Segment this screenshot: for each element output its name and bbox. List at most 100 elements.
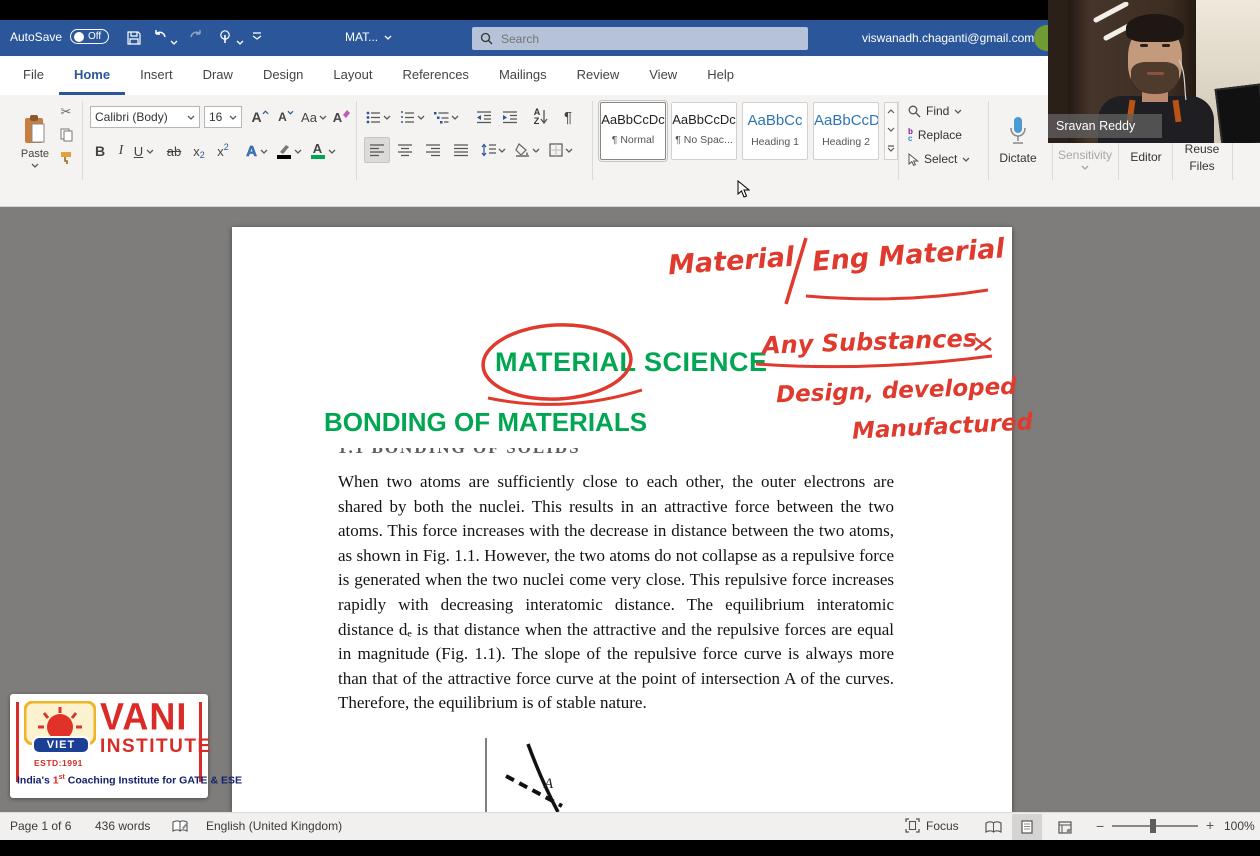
shading-button[interactable] — [512, 137, 542, 163]
document-page[interactable]: MATERIAL SCIENCE BONDING OF MATERIALS 1.… — [232, 227, 1012, 812]
multilevel-list-button[interactable] — [432, 106, 460, 128]
tab-references[interactable]: References — [387, 56, 483, 95]
cut-button[interactable]: ✂ — [56, 103, 76, 121]
document-title-menu[interactable]: MAT... — [345, 30, 392, 44]
redo-button[interactable] — [188, 29, 204, 45]
style-normal[interactable]: AaBbCcDc ¶ Normal — [600, 102, 666, 160]
undo-button[interactable] — [152, 29, 178, 45]
style-name: Heading 1 — [743, 136, 807, 148]
style-preview: AaBbCcDc — [672, 112, 736, 127]
tab-draw[interactable]: Draw — [188, 56, 248, 95]
style-heading2[interactable]: AaBbCcD Heading 2 — [813, 102, 879, 160]
underline-glyph: U — [134, 144, 143, 159]
tab-mailings[interactable]: Mailings — [484, 56, 562, 95]
tab-help[interactable]: Help — [692, 56, 749, 95]
read-mode-button[interactable] — [978, 814, 1008, 840]
font-color-button[interactable]: A — [308, 139, 338, 163]
text-effects-button[interactable]: A — [242, 139, 272, 163]
tab-file[interactable]: File — [8, 56, 59, 95]
person-beard — [1131, 62, 1179, 94]
styles-gallery-more-icon[interactable] — [887, 145, 895, 153]
subscript-mark: 2 — [200, 150, 205, 160]
change-case-button[interactable]: Aa — [300, 106, 328, 128]
subscript-button[interactable]: x2 — [188, 139, 210, 163]
style-no-spacing[interactable]: AaBbCcDc ¶ No Spac... — [671, 102, 737, 160]
styles-scroll-up-icon[interactable] — [887, 109, 895, 114]
line-spacing-button[interactable] — [478, 137, 508, 163]
numbering-button[interactable] — [398, 106, 426, 128]
zoom-level[interactable]: 100% — [1224, 819, 1255, 833]
justify-button[interactable] — [448, 137, 474, 163]
reuse-files-line2: Files — [1189, 158, 1214, 175]
copy-button[interactable] — [56, 126, 76, 144]
touch-mode-button[interactable] — [218, 29, 244, 45]
format-painter-button[interactable] — [56, 149, 76, 167]
show-marks-button[interactable]: ¶ — [556, 104, 580, 130]
style-preview: AaBbCcDc — [601, 112, 665, 127]
tab-layout[interactable]: Layout — [318, 56, 387, 95]
tab-home[interactable]: Home — [59, 56, 125, 95]
find-button[interactable]: Find — [908, 104, 962, 118]
sort-button[interactable]: AZ — [528, 104, 554, 130]
autosave-toggle[interactable]: Off — [70, 29, 109, 44]
title-chevron-icon — [384, 35, 392, 40]
grow-font-button[interactable]: A — [248, 106, 272, 128]
font-size-value: 16 — [209, 110, 222, 124]
editor-button[interactable]: Editor — [1122, 145, 1170, 169]
decrease-indent-button[interactable] — [472, 106, 496, 128]
redo-icon — [188, 29, 204, 45]
save-button[interactable] — [126, 30, 142, 46]
proofing-icon[interactable] — [172, 819, 188, 835]
viet-badge: VIET — [32, 736, 90, 754]
dictate-button[interactable]: Dictate — [992, 101, 1044, 179]
borders-grid-icon — [549, 143, 563, 157]
borders-button[interactable] — [546, 137, 576, 163]
strikethrough-button[interactable]: ab — [162, 139, 186, 163]
bullet-list-icon — [366, 111, 381, 124]
clear-formatting-button[interactable]: A — [330, 106, 354, 128]
style-heading1[interactable]: AaBbCc Heading 1 — [742, 102, 808, 160]
highlighter-icon — [277, 144, 291, 159]
shrink-font-button[interactable]: A — [274, 106, 298, 128]
font-family-combobox[interactable]: Calibri (Body) — [90, 106, 200, 128]
tab-view[interactable]: View — [634, 56, 692, 95]
word-count[interactable]: 436 words — [95, 819, 150, 833]
decrease-indent-icon — [476, 111, 492, 124]
styles-scroll-down-icon[interactable] — [887, 127, 895, 132]
align-right-button[interactable] — [420, 137, 446, 163]
bullets-button[interactable] — [364, 106, 392, 128]
styles-gallery-scroll[interactable] — [884, 102, 898, 160]
search-input[interactable] — [501, 32, 800, 46]
focus-mode-button[interactable]: Focus — [905, 818, 959, 833]
increase-indent-button[interactable] — [498, 106, 522, 128]
italic-button[interactable]: I — [112, 139, 130, 163]
align-left-button[interactable] — [364, 137, 390, 163]
web-layout-button[interactable] — [1050, 814, 1080, 840]
replace-button[interactable]: bc Replace — [908, 128, 962, 142]
tab-design[interactable]: Design — [248, 56, 318, 95]
search-box[interactable] — [472, 27, 808, 50]
select-button[interactable]: Select — [908, 152, 970, 166]
page-indicator[interactable]: Page 1 of 6 — [10, 819, 71, 833]
reuse-files-line1: Reuse — [1185, 141, 1220, 158]
align-center-button[interactable] — [392, 137, 418, 163]
print-layout-button[interactable] — [1012, 814, 1042, 840]
account-email[interactable]: viswanadh.chaganti@gmail.com — [862, 31, 1034, 45]
bold-button[interactable]: B — [90, 139, 110, 163]
tab-review[interactable]: Review — [562, 56, 635, 95]
underline-button[interactable]: U — [130, 139, 158, 163]
sensitivity-button[interactable]: Sensitivity — [1054, 143, 1116, 175]
find-label: Find — [926, 104, 949, 118]
zoom-out-button[interactable]: − — [1096, 818, 1104, 834]
zoom-slider-handle[interactable] — [1150, 819, 1156, 833]
tab-insert[interactable]: Insert — [125, 56, 188, 95]
language-indicator[interactable]: English (United Kingdom) — [206, 819, 342, 833]
highlight-color-button[interactable] — [274, 139, 304, 163]
paste-button[interactable]: Paste — [12, 101, 58, 181]
align-left-icon — [369, 144, 385, 157]
zoom-in-button[interactable]: + — [1206, 817, 1214, 833]
superscript-button[interactable]: x2 — [212, 139, 234, 163]
font-size-combobox[interactable]: 16 — [204, 106, 242, 128]
quick-access-overflow-button[interactable] — [252, 32, 262, 41]
reuse-files-button[interactable]: Reuse Files — [1176, 139, 1228, 177]
